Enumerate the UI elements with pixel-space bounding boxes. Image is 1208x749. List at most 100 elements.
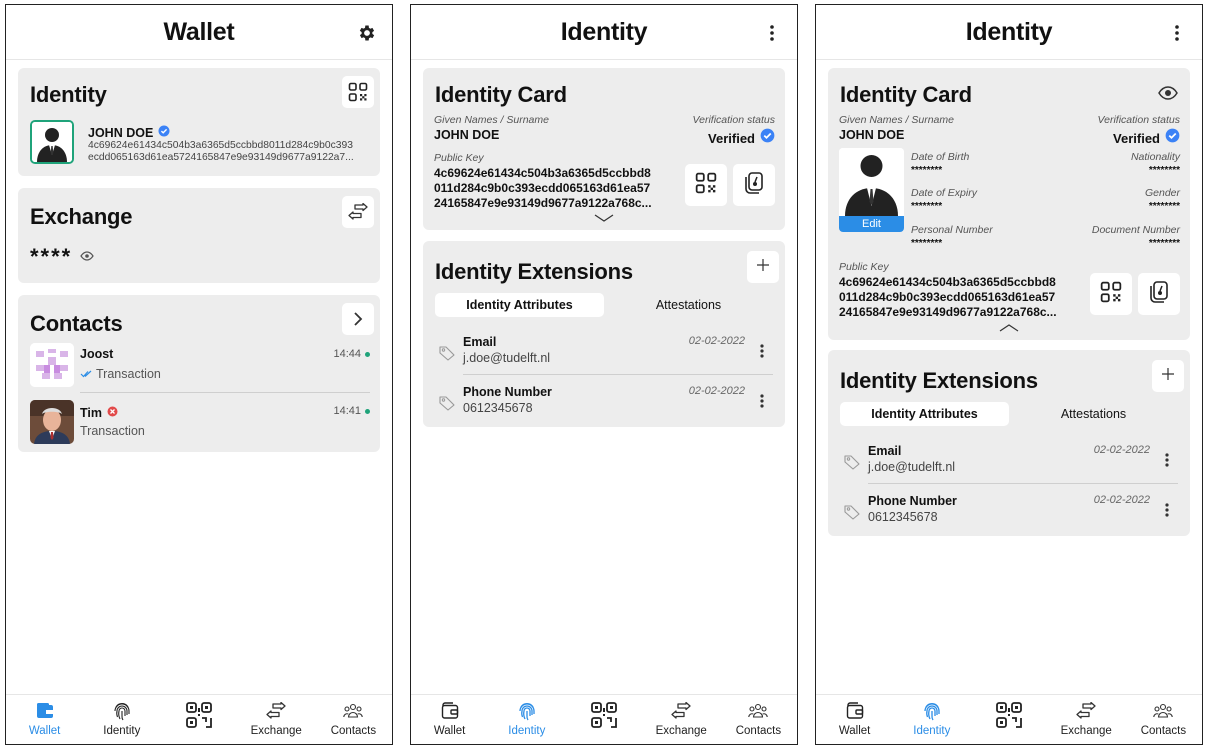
exchange-arrows-icon[interactable] bbox=[342, 196, 374, 228]
contact-identicon bbox=[30, 343, 74, 387]
contact-time: 14:44 bbox=[333, 348, 361, 360]
attribute-value: 0612345678 bbox=[463, 401, 533, 415]
nav-exchange[interactable]: Exchange bbox=[1048, 695, 1125, 744]
eye-icon[interactable] bbox=[1158, 86, 1178, 105]
personal-number-value: ******** bbox=[911, 238, 943, 249]
more-vertical-icon[interactable] bbox=[1162, 500, 1172, 520]
copy-button[interactable] bbox=[1138, 273, 1180, 315]
public-key-label: Public Key bbox=[434, 152, 484, 164]
plus-icon bbox=[1162, 367, 1174, 385]
more-vertical-icon[interactable] bbox=[757, 391, 767, 411]
identity-name: JOHN DOE bbox=[839, 128, 905, 142]
exchange-arrows-icon bbox=[264, 700, 288, 722]
nav-scan[interactable] bbox=[970, 695, 1047, 744]
nav-label: Wallet bbox=[28, 725, 61, 737]
nav-identity[interactable]: Identity bbox=[83, 695, 160, 744]
more-vertical-icon[interactable] bbox=[1162, 450, 1172, 470]
add-button[interactable] bbox=[747, 251, 779, 283]
nav-label: Contacts bbox=[330, 725, 377, 737]
nav-identity[interactable]: Identity bbox=[893, 695, 970, 744]
page-title: Identity bbox=[560, 17, 648, 46]
more-vertical-icon[interactable] bbox=[1164, 20, 1190, 46]
nav-label: Wallet bbox=[838, 725, 871, 737]
exchange-card[interactable]: Exchange **** bbox=[18, 188, 380, 283]
nav-exchange[interactable]: Exchange bbox=[643, 695, 720, 744]
plus-icon bbox=[757, 258, 769, 276]
verified-icon bbox=[760, 128, 775, 148]
dob-value: ******** bbox=[911, 165, 943, 176]
nav-wallet[interactable]: Wallet bbox=[816, 695, 893, 744]
public-key-line: 011d284c9b0c393ecdd065163d61ea57 bbox=[839, 290, 1056, 304]
chevron-up-icon[interactable] bbox=[999, 319, 1019, 337]
nav-scan[interactable] bbox=[160, 695, 237, 744]
chevron-down-icon[interactable] bbox=[594, 209, 614, 227]
nav-contacts[interactable]: Contacts bbox=[720, 695, 797, 744]
identity-card[interactable]: Identity Card Given Names / Surname JOHN… bbox=[423, 68, 785, 230]
public-key-label: Public Key bbox=[839, 261, 889, 273]
contacts-card[interactable]: Contacts Joost 14:44 Transaction Tim 14:… bbox=[18, 295, 380, 452]
identity-card-title: Identity bbox=[30, 82, 107, 107]
verification-status-label: Verification status bbox=[692, 114, 775, 126]
identity-card[interactable]: Identity Card Given Names / Surname JOHN… bbox=[828, 68, 1190, 340]
attribute-name: Email bbox=[868, 444, 902, 458]
more-vertical-icon[interactable] bbox=[759, 20, 785, 46]
tab-attestations[interactable]: Attestations bbox=[604, 293, 773, 317]
nav-identity[interactable]: Identity bbox=[488, 695, 565, 744]
attribute-row[interactable]: Phone Number 0612345678 02-02-2022 bbox=[840, 490, 1178, 534]
wallet-icon bbox=[438, 700, 462, 722]
exchange-card-title: Exchange bbox=[30, 204, 133, 229]
identity-screen-expanded: Identity Identity Card Given Names / Sur… bbox=[815, 4, 1203, 745]
contacts-card-title: Contacts bbox=[30, 311, 123, 336]
identity-extensions-card: Identity Extensions Identity Attributes … bbox=[828, 350, 1190, 536]
given-names-label: Given Names / Surname bbox=[839, 114, 954, 126]
list-item[interactable]: Joost 14:44 Transaction bbox=[18, 343, 380, 389]
avatar bbox=[30, 120, 74, 164]
extensions-title: Identity Extensions bbox=[840, 368, 1038, 393]
copy-key-icon bbox=[1148, 280, 1170, 309]
copy-button[interactable] bbox=[733, 164, 775, 206]
eye-icon[interactable] bbox=[80, 248, 94, 266]
nav-wallet[interactable]: Wallet bbox=[411, 695, 488, 744]
tab-attestations[interactable]: Attestations bbox=[1009, 402, 1178, 426]
qr-scan-icon bbox=[994, 700, 1024, 730]
add-button[interactable] bbox=[1152, 360, 1184, 392]
edit-photo-button[interactable]: Edit bbox=[839, 216, 904, 232]
tag-icon bbox=[439, 345, 455, 366]
nav-label: Identity bbox=[103, 725, 141, 737]
page-title: Wallet bbox=[163, 17, 235, 46]
nav-contacts[interactable]: Contacts bbox=[1125, 695, 1202, 744]
identity-screen-collapsed: Identity Identity Card Given Names / Sur… bbox=[410, 4, 798, 745]
people-icon bbox=[746, 700, 770, 722]
nav-scan[interactable] bbox=[565, 695, 642, 744]
contact-last-message: Transaction bbox=[80, 424, 145, 438]
extensions-title: Identity Extensions bbox=[435, 259, 633, 284]
nav-label: Identity bbox=[508, 725, 546, 737]
qr-code-button[interactable] bbox=[685, 164, 727, 206]
chevron-right-icon[interactable] bbox=[342, 303, 374, 335]
tab-identity-attributes[interactable]: Identity Attributes bbox=[840, 402, 1009, 426]
nav-label: Contacts bbox=[735, 725, 782, 737]
attribute-row[interactable]: Email j.doe@tudelft.nl 02-02-2022 bbox=[435, 331, 773, 375]
nav-exchange[interactable]: Exchange bbox=[238, 695, 315, 744]
attribute-row[interactable]: Email j.doe@tudelft.nl 02-02-2022 bbox=[840, 440, 1178, 484]
public-key-line: 24165847e9e93149d9677a9122a768c... bbox=[839, 305, 1057, 319]
bottom-navigation: Wallet Identity Exchange Contacts bbox=[411, 694, 797, 744]
attribute-row[interactable]: Phone Number 0612345678 02-02-2022 bbox=[435, 381, 773, 425]
fingerprint-icon bbox=[515, 700, 539, 722]
fingerprint-icon bbox=[920, 700, 944, 722]
tab-identity-attributes[interactable]: Identity Attributes bbox=[435, 293, 604, 317]
more-vertical-icon[interactable] bbox=[757, 341, 767, 361]
personal-number-label: Personal Number bbox=[911, 224, 993, 236]
settings-gear-icon[interactable] bbox=[354, 20, 380, 46]
nav-label: Wallet bbox=[433, 725, 466, 737]
bottom-navigation: Wallet Identity Exchange Contacts bbox=[816, 694, 1202, 744]
nav-wallet[interactable]: Wallet bbox=[6, 695, 83, 744]
identity-card[interactable]: Identity JOHN DOE 4c69624e61434c504b3a63… bbox=[18, 68, 380, 176]
exchange-arrows-icon bbox=[669, 700, 693, 722]
nav-label: Identity bbox=[913, 725, 951, 737]
qr-code-button[interactable] bbox=[1090, 273, 1132, 315]
list-item[interactable]: Tim 14:41 Transaction bbox=[18, 400, 380, 446]
contact-name: Joost bbox=[80, 347, 114, 361]
nav-contacts[interactable]: Contacts bbox=[315, 695, 392, 744]
qr-code-icon[interactable] bbox=[342, 76, 374, 108]
